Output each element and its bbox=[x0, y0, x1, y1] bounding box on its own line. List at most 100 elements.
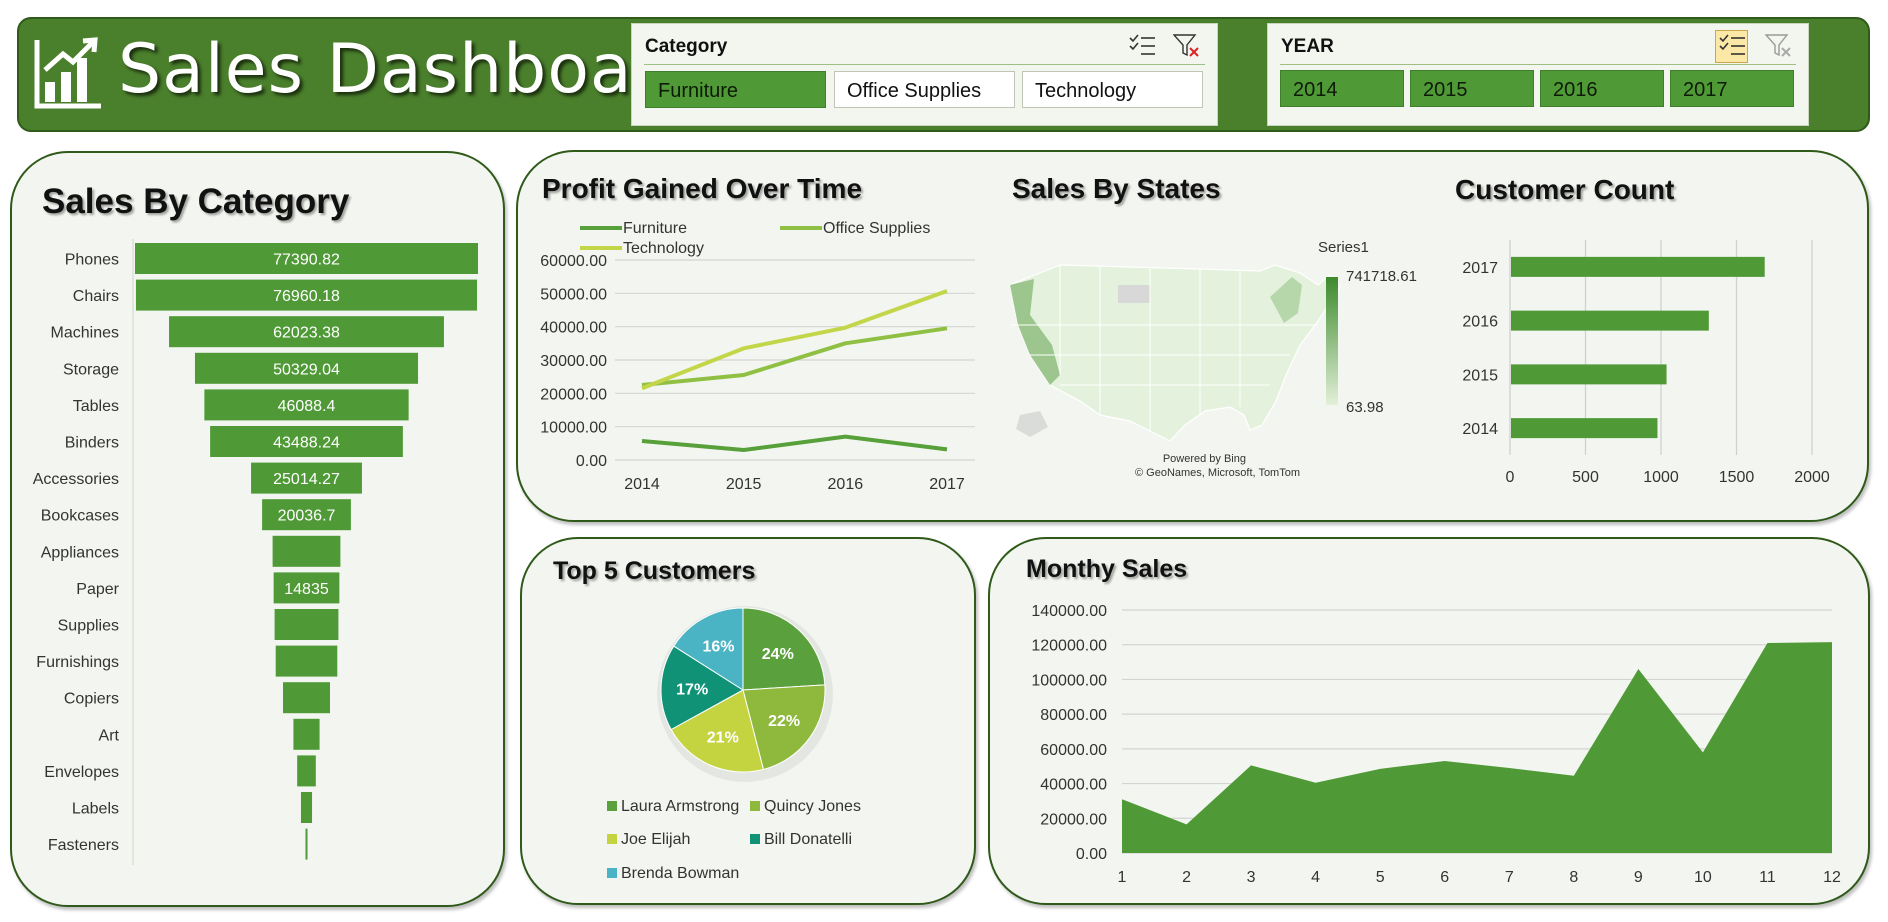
pie-percent-label: 21% bbox=[707, 730, 739, 747]
category-label: Binders bbox=[65, 435, 119, 452]
clear-filter-icon[interactable] bbox=[1173, 33, 1201, 59]
year-slicer: YEAR 2014 2015 2016 2017 bbox=[1267, 23, 1809, 126]
monthly-x-tick: 7 bbox=[1505, 869, 1514, 886]
year-slicer-title: YEAR bbox=[1281, 36, 1334, 57]
map-credit-bing: Powered by Bing bbox=[1163, 453, 1246, 465]
category-label: Furnishings bbox=[36, 654, 119, 671]
pie-percent-label: 17% bbox=[676, 681, 708, 698]
map-scale-max: 741718.61 bbox=[1346, 268, 1417, 285]
category-label: Supplies bbox=[58, 618, 119, 635]
monthly-x-tick: 8 bbox=[1569, 869, 1578, 886]
monthly-x-tick: 3 bbox=[1247, 869, 1256, 886]
customer-year-label: 2016 bbox=[1462, 314, 1498, 331]
multi-select-icon[interactable] bbox=[1718, 33, 1746, 59]
category-bar bbox=[300, 792, 313, 823]
category-label: Envelopes bbox=[44, 764, 119, 781]
category-label: Paper bbox=[76, 581, 119, 598]
category-value-label: 14835 bbox=[284, 581, 329, 598]
pie-percent-label: 24% bbox=[762, 646, 794, 663]
profit-x-tick: 2016 bbox=[828, 476, 864, 493]
pie-legend-label: Laura Armstrong bbox=[621, 798, 739, 815]
category-bar bbox=[274, 609, 339, 640]
multi-select-icon[interactable] bbox=[1128, 33, 1156, 59]
profit-over-time-title: Profit Gained Over Time bbox=[542, 173, 863, 204]
category-label: Bookcases bbox=[41, 508, 119, 525]
pie-legend-swatch bbox=[750, 834, 760, 844]
category-value-label: 43488.24 bbox=[273, 435, 340, 452]
monthly-x-tick: 5 bbox=[1376, 869, 1385, 886]
category-label: Art bbox=[99, 727, 120, 744]
category-label: Storage bbox=[63, 361, 119, 378]
category-value-label: 62023.38 bbox=[273, 325, 340, 342]
category-bar bbox=[293, 718, 320, 750]
slicer-item-technology[interactable]: Technology bbox=[1022, 71, 1203, 108]
monthly-x-tick: 1 bbox=[1118, 869, 1127, 886]
category-label: Copiers bbox=[64, 691, 119, 708]
customer-x-tick: 1000 bbox=[1643, 469, 1679, 486]
top5-customers-title: Top 5 Customers bbox=[553, 557, 756, 585]
pie-legend-swatch bbox=[607, 834, 617, 844]
customer-x-tick: 2000 bbox=[1794, 469, 1830, 486]
customer-bar bbox=[1511, 256, 1765, 277]
category-label: Chairs bbox=[73, 288, 119, 305]
customer-x-tick: 500 bbox=[1572, 469, 1599, 486]
monthly-sales-chart: 140000.00120000.00100000.0080000.0060000… bbox=[1031, 603, 1841, 886]
customer-count-title: Customer Count bbox=[1455, 174, 1675, 205]
category-slicer: Category Furniture Office Supplies Techn… bbox=[631, 23, 1218, 126]
slicer-item-2015[interactable]: 2015 bbox=[1410, 70, 1534, 107]
category-label: Accessories bbox=[33, 471, 119, 488]
slicer-item-office-supplies[interactable]: Office Supplies bbox=[834, 71, 1015, 108]
customer-bar bbox=[1511, 310, 1709, 331]
slicer-divider bbox=[644, 64, 1205, 65]
profit-over-time-chart: 60000.00 50000.00 40000.00 30000.00 20000.00… bbox=[540, 220, 975, 493]
category-value-label: 77390.82 bbox=[273, 252, 340, 269]
monthly-y-tick: 100000.00 bbox=[1031, 672, 1107, 689]
category-bar bbox=[305, 828, 308, 860]
customer-bar bbox=[1511, 364, 1667, 385]
pie-legend-label: Bill Donatelli bbox=[764, 831, 852, 848]
profit-y-tick: 10000.00 bbox=[540, 420, 607, 437]
category-label: Phones bbox=[65, 252, 119, 269]
profit-legend-label: Furniture bbox=[623, 220, 687, 237]
category-bar bbox=[283, 682, 330, 714]
profit-legend-label: Office Supplies bbox=[823, 220, 930, 237]
monthly-area bbox=[1122, 642, 1832, 853]
category-label: Tables bbox=[73, 398, 119, 415]
slicer-item-furniture[interactable]: Furniture bbox=[645, 71, 826, 108]
monthly-x-tick: 9 bbox=[1634, 869, 1643, 886]
clear-filter-icon[interactable] bbox=[1765, 33, 1793, 59]
profit-x-tick: 2015 bbox=[726, 476, 762, 493]
monthly-x-tick: 11 bbox=[1759, 869, 1776, 886]
pie-legend-label: Brenda Bowman bbox=[621, 865, 739, 882]
customer-count-chart: 0 500 1000 1500 2000 2017 2016 2015 2014 bbox=[1462, 240, 1830, 486]
slicer-item-2017[interactable]: 2017 bbox=[1670, 70, 1794, 107]
profit-series-line bbox=[641, 434, 948, 452]
category-label: Labels bbox=[72, 801, 119, 818]
monthly-y-tick: 140000.00 bbox=[1031, 603, 1107, 620]
pie-percent-label: 22% bbox=[768, 713, 800, 730]
profit-series-line bbox=[641, 289, 948, 391]
category-value-label: 50329.04 bbox=[273, 361, 340, 378]
customer-year-label: 2017 bbox=[1462, 260, 1498, 277]
map-scale-min: 63.98 bbox=[1346, 399, 1384, 416]
category-value-label: 76960.18 bbox=[273, 288, 340, 305]
category-label: Machines bbox=[51, 325, 119, 342]
sales-by-states-map: Powered by Bing © GeoNames, Microsoft, T… bbox=[1009, 239, 1417, 479]
monthly-y-tick: 40000.00 bbox=[1040, 777, 1107, 794]
category-bar bbox=[297, 755, 316, 787]
slicer-item-2016[interactable]: 2016 bbox=[1540, 70, 1664, 107]
profit-y-tick: 30000.00 bbox=[540, 353, 607, 370]
monthly-sales-title: Monthy Sales bbox=[1026, 555, 1188, 583]
slicer-item-2014[interactable]: 2014 bbox=[1280, 70, 1404, 107]
monthly-y-tick: 120000.00 bbox=[1031, 638, 1107, 655]
category-bar bbox=[275, 645, 338, 677]
monthly-y-tick: 0.00 bbox=[1076, 846, 1107, 863]
map-color-scale bbox=[1326, 277, 1338, 405]
sales-by-states-title: Sales By States bbox=[1012, 173, 1221, 204]
sales-by-category-title: Sales By Category bbox=[42, 182, 350, 221]
profit-y-tick: 60000.00 bbox=[540, 253, 607, 270]
dashboard-title: Sales Dashboard bbox=[118, 30, 705, 109]
chart-growth-icon bbox=[34, 37, 101, 109]
customer-year-label: 2014 bbox=[1462, 421, 1498, 438]
monthly-x-tick: 4 bbox=[1311, 869, 1320, 886]
